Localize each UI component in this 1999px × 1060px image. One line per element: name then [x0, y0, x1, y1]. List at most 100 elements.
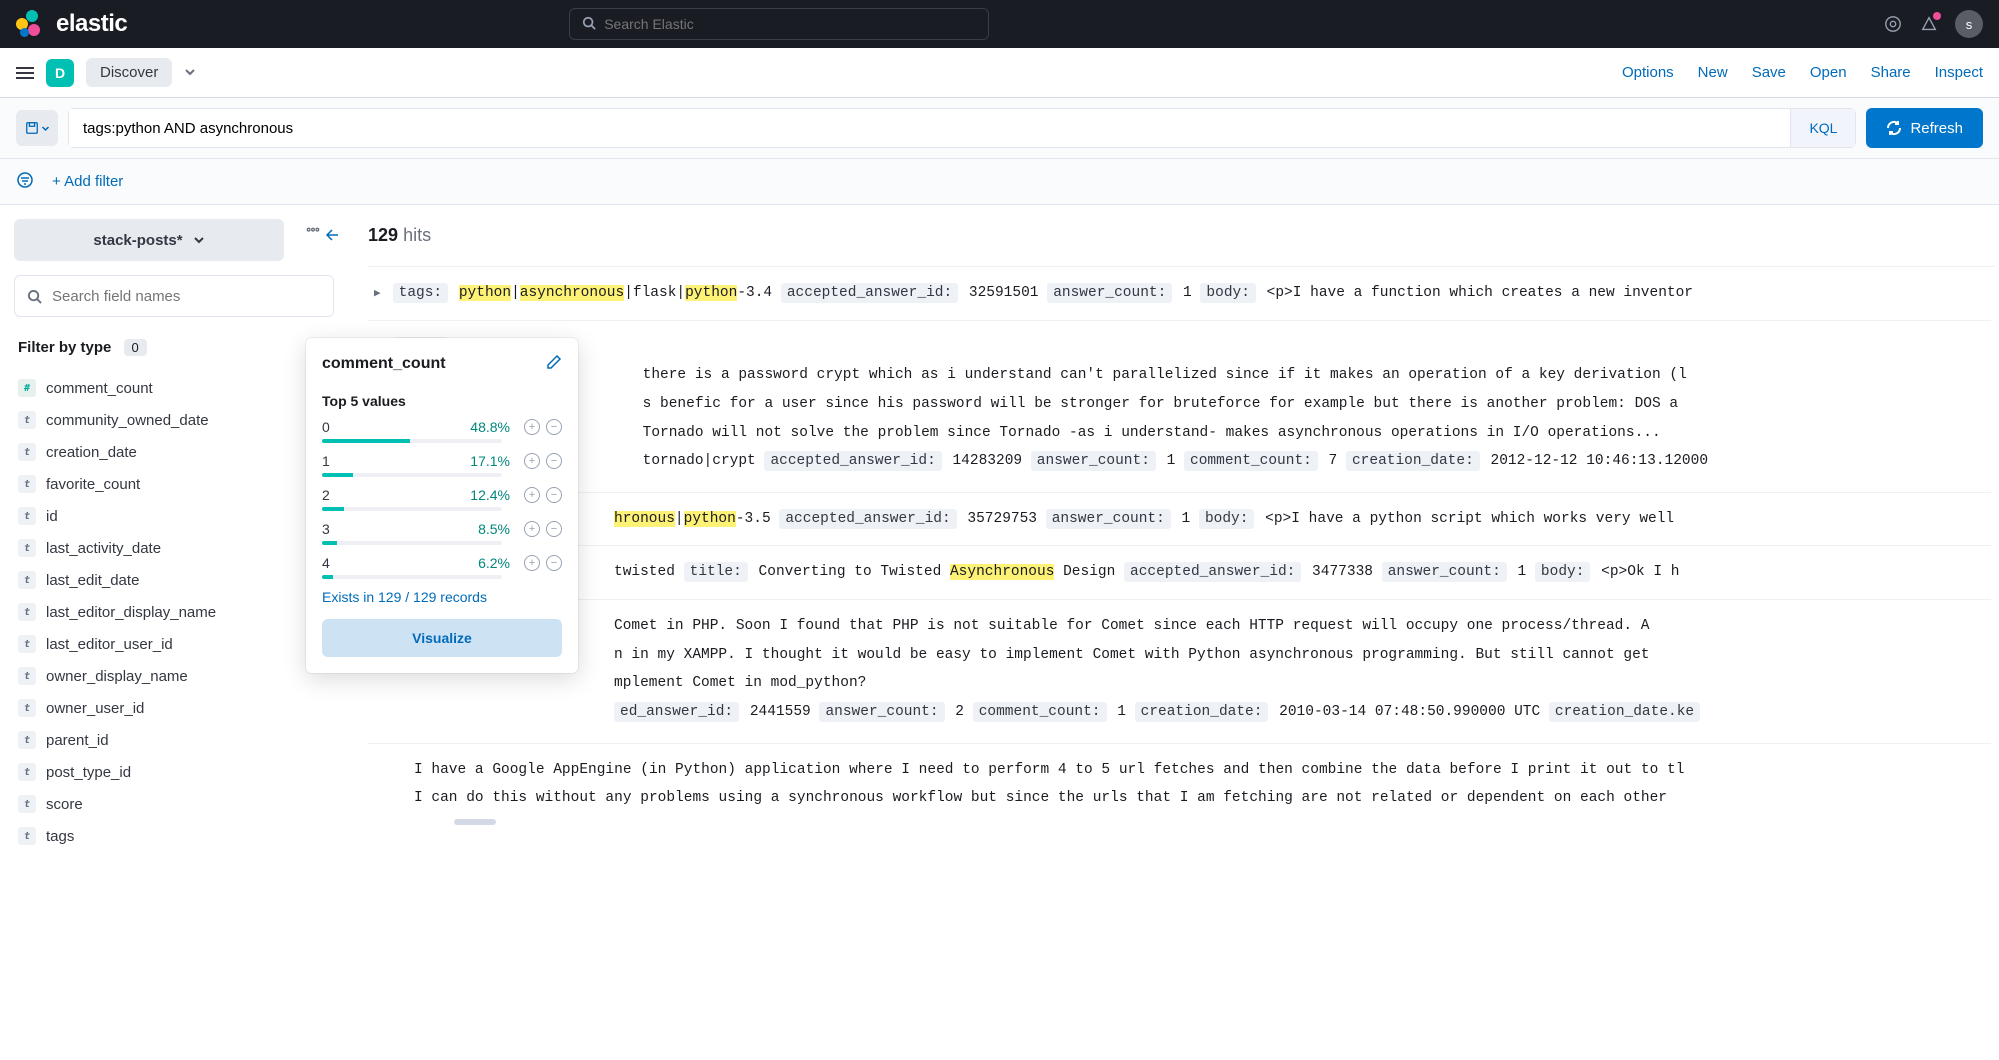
field-name-label: tags — [46, 828, 74, 845]
field-item-owner_display_name[interactable]: towner_display_name+ — [14, 660, 334, 692]
edit-icon[interactable] — [546, 354, 562, 373]
field-item-community_owned_date[interactable]: tcommunity_owned_date+ — [14, 404, 334, 436]
search-fields-input[interactable] — [52, 288, 321, 305]
field-key: tags: — [393, 283, 449, 303]
field-name-label: community_owned_date — [46, 412, 209, 429]
hits-label: hits — [403, 225, 431, 245]
app-actions: Options New Save Open Share Inspect — [1622, 64, 1983, 81]
filter-out-icon[interactable]: − — [546, 555, 562, 571]
text-type-icon: t — [18, 667, 36, 685]
app-name-button[interactable]: Discover — [86, 58, 172, 87]
user-avatar[interactable]: s — [1955, 10, 1983, 38]
filter-bar: + Add filter — [0, 159, 1999, 205]
action-options[interactable]: Options — [1622, 64, 1674, 81]
document-row[interactable]: ▶ tags: python|asynchronous|flask|python… — [368, 267, 1991, 321]
filter-for-icon[interactable]: + — [524, 487, 540, 503]
field-key: accepted_answer_id: — [1124, 562, 1301, 582]
action-inspect[interactable]: Inspect — [1935, 64, 1983, 81]
app-badge[interactable]: D — [46, 59, 74, 87]
field-item-parent_id[interactable]: tparent_id+ — [14, 724, 334, 756]
document-row[interactable]: hronous|python-3.5 accepted_answer_id: 3… — [368, 493, 1991, 547]
notification-dot-icon — [1933, 12, 1941, 20]
help-icon[interactable] — [1883, 14, 1903, 34]
field-key: body: — [1199, 509, 1255, 529]
query-input[interactable] — [69, 109, 1790, 147]
filter-settings-icon[interactable] — [16, 171, 34, 192]
filter-type-count-badge: 0 — [124, 339, 147, 356]
field-key: creation_date: — [1135, 702, 1269, 722]
add-filter-button[interactable]: + Add filter — [52, 173, 123, 190]
field-key: accepted_answer_id: — [764, 451, 941, 471]
document-row[interactable]: Comet in PHP. Soon I found that PHP is n… — [368, 600, 1991, 744]
chevron-down-icon[interactable] — [184, 65, 196, 81]
field-item-creation_date[interactable]: tcreation_date+ — [14, 436, 334, 468]
index-pattern-selector[interactable]: stack-posts* — [14, 219, 284, 261]
value-bar — [322, 541, 502, 545]
filter-for-icon[interactable]: + — [524, 555, 540, 571]
field-key: answer_count: — [819, 702, 944, 722]
collapse-sidebar-icon[interactable] — [324, 227, 340, 246]
action-share[interactable]: Share — [1871, 64, 1911, 81]
horizontal-scrollbar-icon[interactable] — [454, 819, 496, 825]
action-new[interactable]: New — [1698, 64, 1728, 81]
elastic-logo-icon[interactable] — [16, 10, 44, 38]
field-name-label: last_activity_date — [46, 540, 161, 557]
action-open[interactable]: Open — [1810, 64, 1847, 81]
field-item-owner_user_id[interactable]: towner_user_id+ — [14, 692, 334, 724]
filter-by-type-toggle[interactable]: Filter by type 0 — [14, 329, 334, 366]
nav-toggle-icon[interactable] — [16, 67, 34, 79]
field-name-label: favorite_count — [46, 476, 140, 493]
document-row[interactable]: I have a Google AppEngine (in Python) ap… — [368, 744, 1991, 839]
field-item-tags[interactable]: ttags+ — [14, 820, 334, 852]
field-key: answer_count: — [1047, 283, 1172, 303]
field-item-last_editor_user_id[interactable]: tlast_editor_user_id+ — [14, 628, 334, 660]
exists-in-records-link[interactable]: Exists in 129 / 129 records — [322, 589, 562, 605]
filter-out-icon[interactable]: − — [546, 521, 562, 537]
document-row[interactable]: ▶ body: there is a password crypt which … — [368, 321, 1991, 493]
field-item-last_editor_display_name[interactable]: tlast_editor_display_name+ — [14, 596, 334, 628]
number-type-icon: # — [18, 379, 36, 397]
document-content: Comet in PHP. Soon I found that PHP is n… — [374, 614, 1991, 729]
text-type-icon: t — [18, 603, 36, 621]
field-item-last_activity_date[interactable]: tlast_activity_date+ — [14, 532, 334, 564]
field-key: creation_date.ke — [1549, 702, 1700, 722]
text-type-icon: t — [18, 507, 36, 525]
document-content: twisted title: Converting to Twisted Asy… — [374, 560, 1991, 585]
document-row[interactable]: twisted title: Converting to Twisted Asy… — [368, 546, 1991, 600]
highlight: Asynchronous — [950, 564, 1054, 580]
newsfeed-icon[interactable] — [1919, 14, 1939, 34]
query-language-switcher[interactable]: KQL — [1790, 109, 1855, 147]
hits-list[interactable]: ▶ tags: python|asynchronous|flask|python… — [368, 266, 1995, 1059]
document-content: hronous|python-3.5 accepted_answer_id: 3… — [374, 507, 1991, 532]
global-search-input[interactable] — [604, 16, 976, 32]
visualize-button[interactable]: Visualize — [322, 619, 562, 657]
field-item-comment_count[interactable]: #comment_count+ — [14, 372, 334, 404]
value-label: 2 — [322, 487, 330, 503]
field-key: accepted_answer_id: — [779, 509, 956, 529]
expand-caret-icon[interactable]: ▶ — [374, 281, 381, 306]
filter-out-icon[interactable]: − — [546, 487, 562, 503]
filter-for-icon[interactable]: + — [524, 453, 540, 469]
field-item-favorite_count[interactable]: tfavorite_count+ — [14, 468, 334, 500]
refresh-button[interactable]: Refresh — [1866, 108, 1983, 148]
text-type-icon: t — [18, 443, 36, 461]
filter-for-icon[interactable]: + — [524, 419, 540, 435]
field-item-post_type_id[interactable]: tpost_type_id+ — [14, 756, 334, 788]
filter-for-icon[interactable]: + — [524, 521, 540, 537]
header-right: s — [1883, 10, 1983, 38]
filter-out-icon[interactable]: − — [546, 453, 562, 469]
highlight: hronous — [614, 511, 675, 527]
filter-out-icon[interactable]: − — [546, 419, 562, 435]
field-key: body: — [1200, 283, 1256, 303]
search-fields[interactable] — [14, 275, 334, 317]
sidebar-collapse-icons — [306, 227, 340, 246]
action-save[interactable]: Save — [1752, 64, 1786, 81]
field-item-score[interactable]: tscore+ — [14, 788, 334, 820]
add-field-icon[interactable] — [306, 227, 320, 246]
saved-query-button[interactable] — [16, 110, 58, 146]
results-panel: 129 hits ▶ tags: python|asynchronous|fla… — [348, 205, 1999, 1059]
field-item-last_edit_date[interactable]: tlast_edit_date+ — [14, 564, 334, 596]
field-item-id[interactable]: tid+ — [14, 500, 334, 532]
field-key: comment_count: — [1184, 451, 1318, 471]
global-search[interactable] — [569, 8, 989, 40]
